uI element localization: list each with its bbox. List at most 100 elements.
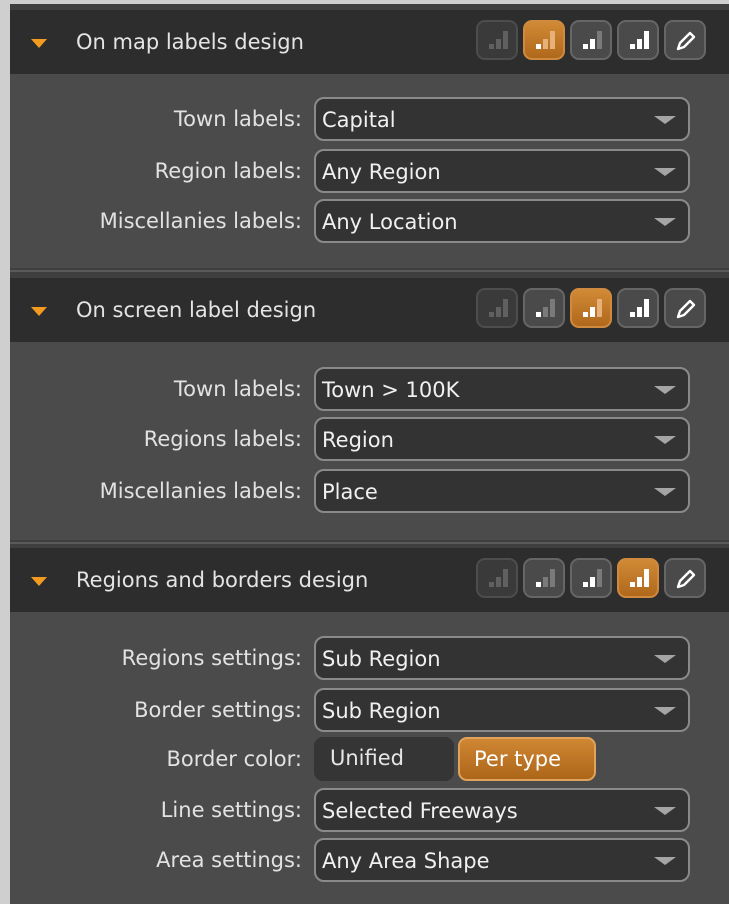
dropdown-value: Capital <box>322 108 396 132</box>
chevron-down-icon <box>654 168 676 176</box>
signal-bars-icon <box>536 565 558 587</box>
signal-bars-icon <box>583 27 605 49</box>
collapse-triangle-icon[interactable] <box>31 577 47 586</box>
town-labels-dropdown[interactable]: Capital <box>314 97 690 141</box>
panel-regions-borders: Regions and borders design Regions setti… <box>10 548 729 904</box>
row-regions-settings: Regions settings: Sub Region <box>10 636 729 682</box>
level-1-button[interactable] <box>476 288 518 328</box>
level-2-button[interactable] <box>523 20 565 60</box>
level-4-button[interactable] <box>617 558 659 598</box>
row-label: Town labels: <box>173 377 302 401</box>
regions-settings-dropdown[interactable]: Sub Region <box>314 636 690 680</box>
town-labels-dropdown[interactable]: Town > 100K <box>314 367 690 411</box>
chevron-down-icon <box>654 807 676 815</box>
level-4-button[interactable] <box>617 288 659 328</box>
divider <box>10 542 729 544</box>
dropdown-value: Any Region <box>322 160 441 184</box>
row-border-settings: Border settings: Sub Region <box>10 688 729 734</box>
level-3-button[interactable] <box>570 20 612 60</box>
row-line-settings: Line settings: Selected Freeways <box>10 788 729 834</box>
line-settings-dropdown[interactable]: Selected Freeways <box>314 788 690 832</box>
row-misc-labels: Miscellanies labels: Any Location <box>10 199 729 245</box>
level-3-button[interactable] <box>570 558 612 598</box>
level-2-button[interactable] <box>523 558 565 598</box>
dropdown-value: Region <box>322 428 394 452</box>
row-label: Regions labels: <box>143 427 302 451</box>
dropdown-value: Place <box>322 480 378 504</box>
level-selector <box>476 558 706 598</box>
regions-labels-dropdown[interactable]: Region <box>314 417 690 461</box>
border-color-unified-option[interactable]: Unified <box>314 737 454 781</box>
panel-header[interactable]: On map labels design <box>10 10 729 74</box>
pencil-icon <box>676 31 696 51</box>
misc-labels-dropdown[interactable]: Any Location <box>314 199 690 243</box>
signal-bars-icon <box>630 295 652 317</box>
region-labels-dropdown[interactable]: Any Region <box>314 149 690 193</box>
chevron-down-icon <box>654 436 676 444</box>
signal-bars-icon <box>583 295 605 317</box>
row-label: Area settings: <box>156 848 302 872</box>
level-3-button[interactable] <box>570 288 612 328</box>
signal-bars-icon <box>536 295 558 317</box>
border-color-per-type-option[interactable]: Per type <box>458 737 596 781</box>
panel-header[interactable]: Regions and borders design <box>10 548 729 612</box>
row-label: Miscellanies labels: <box>99 479 302 503</box>
chevron-down-icon <box>654 488 676 496</box>
row-area-settings: Area settings: Any Area Shape <box>10 838 729 884</box>
pencil-icon <box>676 569 696 589</box>
chevron-down-icon <box>654 218 676 226</box>
chevron-down-icon <box>654 386 676 394</box>
row-label: Town labels: <box>173 107 302 131</box>
panel-on-map-labels: On map labels design Town labels: Capita… <box>10 10 729 268</box>
pencil-icon <box>676 299 696 319</box>
panel-title: Regions and borders design <box>76 568 369 592</box>
panel-header[interactable]: On screen label design <box>10 278 729 342</box>
dropdown-value: Sub Region <box>322 699 441 723</box>
row-town-labels: Town labels: Capital <box>10 97 729 143</box>
signal-bars-icon <box>489 295 511 317</box>
row-misc-labels: Miscellanies labels: Place <box>10 469 729 515</box>
row-town-labels: Town labels: Town > 100K <box>10 367 729 413</box>
row-regions-labels: Regions labels: Region <box>10 417 729 463</box>
signal-bars-icon <box>489 565 511 587</box>
dropdown-value: Selected Freeways <box>322 799 518 823</box>
level-1-button[interactable] <box>476 20 518 60</box>
chevron-down-icon <box>654 707 676 715</box>
panel-title: On map labels design <box>76 30 304 54</box>
option-label: Unified <box>330 746 404 770</box>
signal-bars-icon <box>630 27 652 49</box>
option-label: Per type <box>474 747 562 771</box>
level-2-button[interactable] <box>523 288 565 328</box>
signal-bars-icon <box>583 565 605 587</box>
row-label: Miscellanies labels: <box>99 209 302 233</box>
misc-labels-dropdown[interactable]: Place <box>314 469 690 513</box>
border-settings-dropdown[interactable]: Sub Region <box>314 688 690 732</box>
area-settings-dropdown[interactable]: Any Area Shape <box>314 838 690 882</box>
panel-on-screen-labels: On screen label design Town labels: Town… <box>10 278 729 540</box>
signal-bars-icon <box>630 565 652 587</box>
chevron-down-icon <box>654 655 676 663</box>
level-1-button[interactable] <box>476 558 518 598</box>
edit-button[interactable] <box>664 288 706 328</box>
level-4-button[interactable] <box>617 20 659 60</box>
dropdown-value: Sub Region <box>322 647 441 671</box>
panel-title: On screen label design <box>76 298 317 322</box>
signal-bars-icon <box>536 27 558 49</box>
dropdown-value: Any Location <box>322 210 458 234</box>
chevron-down-icon <box>654 116 676 124</box>
divider <box>10 270 729 272</box>
level-selector <box>476 20 706 60</box>
row-border-color: Border color: Unified Per type <box>10 737 729 783</box>
row-region-labels: Region labels: Any Region <box>10 149 729 195</box>
chevron-down-icon <box>654 857 676 865</box>
dropdown-value: Town > 100K <box>322 378 460 402</box>
collapse-triangle-icon[interactable] <box>31 39 47 48</box>
collapse-triangle-icon[interactable] <box>31 307 47 316</box>
row-label: Border settings: <box>134 698 302 722</box>
row-label: Region labels: <box>154 159 302 183</box>
row-label: Line settings: <box>160 798 302 822</box>
edit-button[interactable] <box>664 20 706 60</box>
edit-button[interactable] <box>664 558 706 598</box>
dropdown-value: Any Area Shape <box>322 849 490 873</box>
row-label: Border color: <box>166 747 303 771</box>
